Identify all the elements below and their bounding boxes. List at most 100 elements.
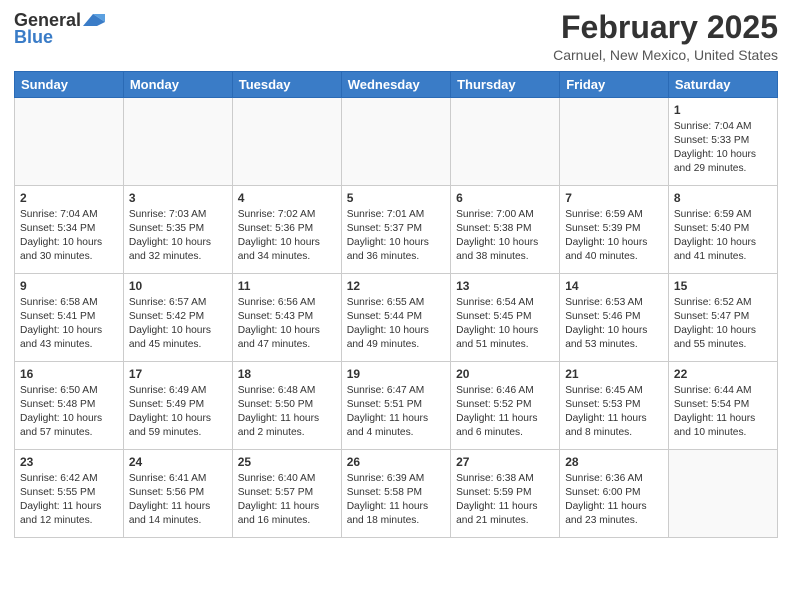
day-number: 8 [674, 190, 772, 206]
day-info: Sunrise: 7:00 AMSunset: 5:38 PMDaylight:… [456, 208, 554, 263]
day-number: 2 [20, 190, 118, 206]
calendar-empty-cell [560, 98, 669, 186]
calendar-week-row: 9 Sunrise: 6:58 AMSunset: 5:41 PMDaylight… [15, 274, 778, 362]
calendar-empty-cell [451, 98, 560, 186]
day-number: 24 [129, 454, 227, 470]
calendar-day-11: 11 Sunrise: 6:56 AMSunset: 5:43 PMDayligh… [232, 274, 341, 362]
day-number: 25 [238, 454, 336, 470]
day-number: 18 [238, 366, 336, 382]
day-info: Sunrise: 6:50 AMSunset: 5:48 PMDaylight:… [20, 384, 118, 439]
calendar-week-row: 1 Sunrise: 7:04 AMSunset: 5:33 PMDaylight… [15, 98, 778, 186]
calendar-week-row: 16 Sunrise: 6:50 AMSunset: 5:48 PMDayligh… [15, 362, 778, 450]
logo-blue-text: Blue [14, 27, 53, 48]
calendar-day-1: 1 Sunrise: 7:04 AMSunset: 5:33 PMDaylight… [668, 98, 777, 186]
day-number: 3 [129, 190, 227, 206]
day-info: Sunrise: 6:44 AMSunset: 5:54 PMDaylight:… [674, 384, 772, 439]
calendar-day-28: 28 Sunrise: 6:36 AMSunset: 6:00 PMDayligh… [560, 450, 669, 538]
day-info: Sunrise: 7:04 AMSunset: 5:34 PMDaylight:… [20, 208, 118, 263]
calendar-day-17: 17Sunrise: 6:49 AMSunset: 5:49 PMDayligh… [123, 362, 232, 450]
calendar-table: SundayMondayTuesdayWednesdayThursdayFrid… [14, 71, 778, 538]
calendar-day-27: 27Sunrise: 6:38 AMSunset: 5:59 PMDayligh… [451, 450, 560, 538]
day-info: Sunrise: 6:57 AMSunset: 5:42 PMDaylight:… [129, 296, 227, 351]
title-block: February 2025 Carnuel, New Mexico, Unite… [553, 10, 778, 63]
day-info: Sunrise: 6:58 AMSunset: 5:41 PMDaylight:… [20, 296, 118, 351]
calendar-day-15: 15 Sunrise: 6:52 AMSunset: 5:47 PMDayligh… [668, 274, 777, 362]
day-number: 13 [456, 278, 554, 294]
calendar-week-row: 23Sunrise: 6:42 AMSunset: 5:55 PMDayligh… [15, 450, 778, 538]
day-info: Sunrise: 6:41 AMSunset: 5:56 PMDaylight:… [129, 472, 227, 527]
day-info: Sunrise: 6:53 AMSunset: 5:46 PMDaylight:… [565, 296, 663, 351]
day-number: 20 [456, 366, 554, 382]
calendar-day-14: 14 Sunrise: 6:53 AMSunset: 5:46 PMDayligh… [560, 274, 669, 362]
calendar-empty-cell [15, 98, 124, 186]
day-number: 6 [456, 190, 554, 206]
day-info: Sunrise: 6:48 AMSunset: 5:50 PMDaylight:… [238, 384, 336, 439]
weekday-header-monday: Monday [123, 72, 232, 98]
day-number: 9 [20, 278, 118, 294]
calendar-empty-cell [123, 98, 232, 186]
calendar-day-6: 6 Sunrise: 7:00 AMSunset: 5:38 PMDaylight… [451, 186, 560, 274]
day-info: Sunrise: 6:56 AMSunset: 5:43 PMDaylight:… [238, 296, 336, 351]
month-title: February 2025 [553, 10, 778, 45]
calendar-day-26: 26 Sunrise: 6:39 AMSunset: 5:58 PMDayligh… [341, 450, 450, 538]
day-info: Sunrise: 6:45 AMSunset: 5:53 PMDaylight:… [565, 384, 663, 439]
calendar-day-2: 2 Sunrise: 7:04 AMSunset: 5:34 PMDaylight… [15, 186, 124, 274]
calendar-day-23: 23Sunrise: 6:42 AMSunset: 5:55 PMDayligh… [15, 450, 124, 538]
calendar-day-5: 5 Sunrise: 7:01 AMSunset: 5:37 PMDaylight… [341, 186, 450, 274]
logo-icon [83, 12, 105, 28]
calendar-day-21: 21 Sunrise: 6:45 AMSunset: 5:53 PMDayligh… [560, 362, 669, 450]
day-number: 28 [565, 454, 663, 470]
calendar-day-10: 10 Sunrise: 6:57 AMSunset: 5:42 PMDayligh… [123, 274, 232, 362]
logo: General Blue [14, 10, 105, 48]
day-number: 12 [347, 278, 445, 294]
calendar-day-18: 18 Sunrise: 6:48 AMSunset: 5:50 PMDayligh… [232, 362, 341, 450]
day-number: 15 [674, 278, 772, 294]
weekday-header-tuesday: Tuesday [232, 72, 341, 98]
header: General Blue February 2025 Carnuel, New … [14, 10, 778, 63]
day-info: Sunrise: 6:36 AMSunset: 6:00 PMDaylight:… [565, 472, 663, 527]
calendar-day-22: 22Sunrise: 6:44 AMSunset: 5:54 PMDayligh… [668, 362, 777, 450]
day-info: Sunrise: 6:39 AMSunset: 5:58 PMDaylight:… [347, 472, 445, 527]
calendar-empty-cell [668, 450, 777, 538]
page: General Blue February 2025 Carnuel, New … [0, 0, 792, 612]
day-info: Sunrise: 6:54 AMSunset: 5:45 PMDaylight:… [456, 296, 554, 351]
day-info: Sunrise: 6:52 AMSunset: 5:47 PMDaylight:… [674, 296, 772, 351]
day-info: Sunrise: 6:59 AMSunset: 5:39 PMDaylight:… [565, 208, 663, 263]
day-number: 7 [565, 190, 663, 206]
calendar-day-24: 24 Sunrise: 6:41 AMSunset: 5:56 PMDayligh… [123, 450, 232, 538]
calendar-week-row: 2 Sunrise: 7:04 AMSunset: 5:34 PMDaylight… [15, 186, 778, 274]
day-number: 27 [456, 454, 554, 470]
day-number: 14 [565, 278, 663, 294]
day-info: Sunrise: 6:46 AMSunset: 5:52 PMDaylight:… [456, 384, 554, 439]
day-number: 5 [347, 190, 445, 206]
weekday-header-saturday: Saturday [668, 72, 777, 98]
day-info: Sunrise: 7:01 AMSunset: 5:37 PMDaylight:… [347, 208, 445, 263]
day-info: Sunrise: 6:55 AMSunset: 5:44 PMDaylight:… [347, 296, 445, 351]
calendar-day-13: 13 Sunrise: 6:54 AMSunset: 5:45 PMDayligh… [451, 274, 560, 362]
day-info: Sunrise: 6:47 AMSunset: 5:51 PMDaylight:… [347, 384, 445, 439]
day-number: 10 [129, 278, 227, 294]
calendar-header-row: SundayMondayTuesdayWednesdayThursdayFrid… [15, 72, 778, 98]
calendar-empty-cell [232, 98, 341, 186]
day-number: 4 [238, 190, 336, 206]
calendar-day-8: 8Sunrise: 6:59 AMSunset: 5:40 PMDaylight… [668, 186, 777, 274]
day-number: 1 [674, 102, 772, 118]
calendar-day-25: 25 Sunrise: 6:40 AMSunset: 5:57 PMDayligh… [232, 450, 341, 538]
day-number: 16 [20, 366, 118, 382]
day-number: 26 [347, 454, 445, 470]
calendar-day-20: 20 Sunrise: 6:46 AMSunset: 5:52 PMDayligh… [451, 362, 560, 450]
day-number: 11 [238, 278, 336, 294]
calendar-day-7: 7 Sunrise: 6:59 AMSunset: 5:39 PMDaylight… [560, 186, 669, 274]
day-info: Sunrise: 6:49 AMSunset: 5:49 PMDaylight:… [129, 384, 227, 439]
day-info: Sunrise: 6:40 AMSunset: 5:57 PMDaylight:… [238, 472, 336, 527]
day-number: 21 [565, 366, 663, 382]
day-info: Sunrise: 7:04 AMSunset: 5:33 PMDaylight:… [674, 120, 772, 175]
day-info: Sunrise: 7:03 AMSunset: 5:35 PMDaylight:… [129, 208, 227, 263]
calendar-day-16: 16 Sunrise: 6:50 AMSunset: 5:48 PMDayligh… [15, 362, 124, 450]
calendar-day-4: 4Sunrise: 7:02 AMSunset: 5:36 PMDaylight… [232, 186, 341, 274]
calendar-day-3: 3 Sunrise: 7:03 AMSunset: 5:35 PMDaylight… [123, 186, 232, 274]
day-number: 23 [20, 454, 118, 470]
weekday-header-sunday: Sunday [15, 72, 124, 98]
day-number: 19 [347, 366, 445, 382]
calendar-day-12: 12 Sunrise: 6:55 AMSunset: 5:44 PMDayligh… [341, 274, 450, 362]
